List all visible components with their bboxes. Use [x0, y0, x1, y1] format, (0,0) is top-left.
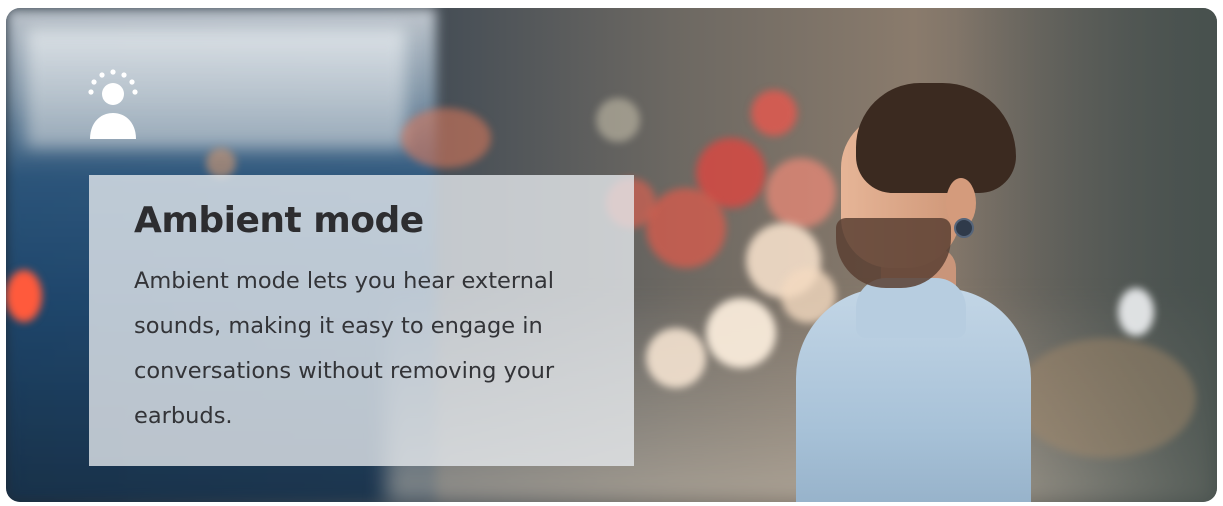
blurred-bus-window: [26, 28, 406, 148]
bokeh-light: [596, 98, 640, 142]
card-title: Ambient mode: [134, 200, 424, 241]
man-with-earbud: [786, 73, 1046, 502]
earbud: [954, 218, 974, 238]
bokeh-light: [401, 108, 491, 168]
bokeh-light: [206, 148, 236, 178]
bokeh-light: [706, 298, 776, 368]
bokeh-light: [1118, 288, 1154, 336]
bokeh-light: [646, 188, 726, 268]
bokeh-light: [6, 270, 42, 322]
hair: [856, 83, 1016, 193]
ambient-mode-icon: [88, 69, 138, 139]
card-description: Ambient mode lets you hear external soun…: [134, 268, 555, 429]
info-card: Ambient mode Ambient mode lets you hear …: [89, 175, 634, 466]
collar: [856, 278, 966, 338]
bokeh-light: [646, 328, 706, 388]
